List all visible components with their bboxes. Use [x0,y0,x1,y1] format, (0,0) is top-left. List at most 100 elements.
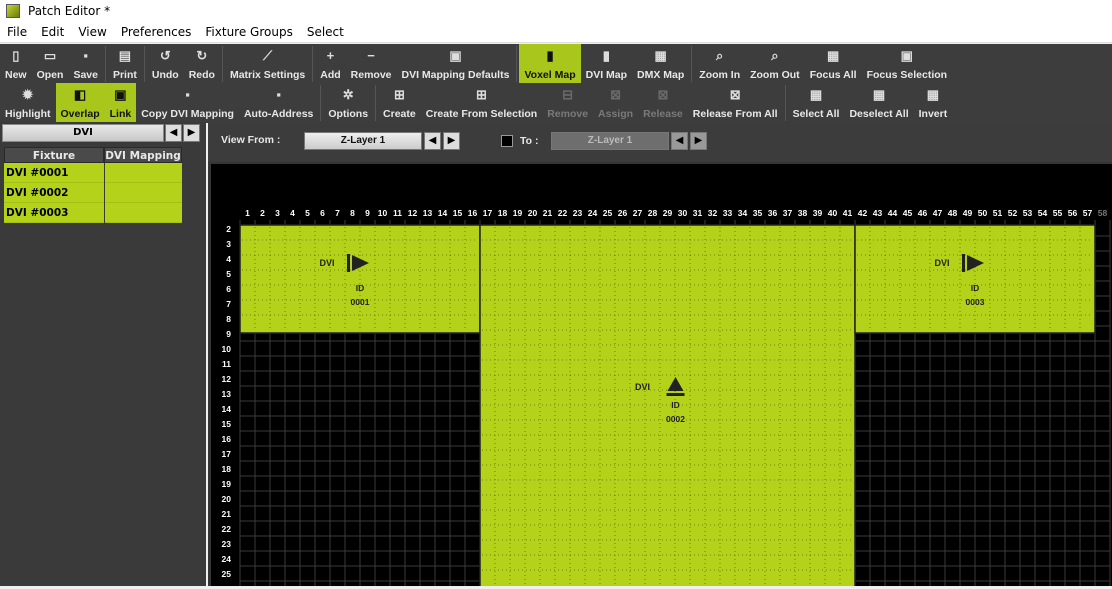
create-button[interactable]: ⊞ Create [378,83,421,123]
column-number: 51 [993,208,1003,218]
voxel-grid-area[interactable]: 1 2 3 4 5 6 7 8 9 10 11 12 13 14 15 16 17 18 19 20 21 22 23 24 2… [211,164,1112,589]
to-next-button[interactable]: ▶ [690,132,707,150]
button-label: Link [109,108,132,120]
orientation-bar-icon [347,254,350,272]
table-row-mapping[interactable] [105,183,182,203]
to-layer-select[interactable]: Z-Layer 1 [551,132,669,150]
menu-fixture-groups[interactable]: Fixture Groups [198,25,299,39]
remove-button[interactable]: − Remove [346,44,397,84]
table-row-fixture[interactable]: DVI #0003 [4,203,104,223]
fixture-list-panel: DVI ◀ ▶ Fixture DVI Mapping DVI #0001 DV… [0,122,206,586]
release-button[interactable]: ⊠ Release [638,83,688,123]
column-number: 22 [558,208,568,218]
link-icon: ▣ [114,87,127,102]
auto-address-button[interactable]: ▪ Auto-Address [239,83,318,123]
new-button[interactable]: ▯ New [0,44,32,84]
mapping-toolbar: ✹ Highlight ◧ Overlap ▣ Link ▪ Copy DVI Mapping… [0,83,1112,123]
release-from-all-button[interactable]: ⊠ Release From All [688,83,783,123]
column-number: 2 [260,208,265,218]
remove-button[interactable]: ⊟ Remove [542,83,593,123]
column-number: 41 [843,208,853,218]
open-button[interactable]: ▭ Open [32,44,69,84]
table-row-mapping[interactable] [105,163,182,183]
copy-dvi-mapping-icon: ▪ [185,87,190,102]
zoom-in-button[interactable]: ⌕ Zoom In [694,44,745,84]
table-row-fixture[interactable]: DVI #0001 [4,163,104,183]
row-number: 2 [226,224,231,234]
matrix-settings-icon: ⟋ [263,48,273,63]
button-label: Matrix Settings [229,69,306,81]
select-all-button[interactable]: ▦ Select All [788,83,845,123]
row-number: 25 [222,569,232,579]
column-number: 53 [1023,208,1033,218]
save-button[interactable]: ▪ Save [68,44,103,84]
matrix-settings-button[interactable]: ⟋ Matrix Settings [225,44,310,84]
copy-dvi-mapping-button[interactable]: ▪ Copy DVI Mapping [136,83,239,123]
dmx-map-button[interactable]: ▦ DMX Map [632,44,689,84]
column-number: 35 [753,208,763,218]
to-label: To : [520,135,539,147]
next-arrow-button[interactable]: ▶ [183,124,200,142]
focus-selection-button[interactable]: ▣ Focus Selection [862,44,953,84]
column-number: 50 [978,208,988,218]
print-button[interactable]: ▤ Print [108,44,142,84]
highlight-button[interactable]: ✹ Highlight [0,83,56,123]
column-number: 21 [543,208,553,218]
button-label: Highlight [5,108,51,120]
prev-arrow-button[interactable]: ◀ [165,124,182,142]
view-from-prev-button[interactable]: ◀ [424,132,441,150]
row-number: 16 [222,434,232,444]
menu-file[interactable]: File [0,25,34,39]
undo-button[interactable]: ↺ Undo [147,44,184,84]
add-button[interactable]: + Add [315,44,345,84]
column-number: 45 [903,208,913,218]
column-header-fixture[interactable]: Fixture [4,147,104,163]
focus-all-button[interactable]: ▦ Focus All [805,44,862,84]
dvi-mapping-defaults-button[interactable]: ▣ DVI Mapping Defaults [397,44,515,84]
row-number: 5 [226,269,231,279]
voxel-grid[interactable]: 1 2 3 4 5 6 7 8 9 10 11 12 13 14 15 16 17 18 19 20 21 22 23 24 2… [211,164,1112,589]
table-row-fixture[interactable]: DVI #0002 [4,183,104,203]
view-from-select[interactable]: Z-Layer 1 [304,132,422,150]
redo-button[interactable]: ↻ Redo [184,44,220,84]
zoom-out-button[interactable]: ⌕ Zoom Out [745,44,805,84]
deselect-all-button[interactable]: ▦ Deselect All [844,83,913,123]
link-button[interactable]: ▣ Link [104,83,137,123]
button-label: DMX Map [637,69,685,81]
invert-button[interactable]: ▦ Invert [914,83,953,123]
assign-button[interactable]: ⊠ Assign [593,83,638,123]
view-from-next-button[interactable]: ▶ [443,132,460,150]
column-number: 43 [873,208,883,218]
row-number: 4 [226,254,231,264]
to-prev-button[interactable]: ◀ [671,132,688,150]
menu-edit[interactable]: Edit [34,25,71,39]
open-folder-icon: ▭ [43,48,57,63]
column-number: 44 [888,208,898,218]
column-number: 34 [738,208,748,218]
row-number: 17 [222,449,232,459]
row-number: 24 [222,554,232,564]
column-number: 15 [453,208,463,218]
voxel-map-panel: View From : Z-Layer 1 ◀ ▶ To : Z-Layer 1… [208,122,1112,589]
column-header-dvi-mapping[interactable]: DVI Mapping [104,147,182,163]
menu-select[interactable]: Select [300,25,351,39]
dvi-map-button[interactable]: ▮ DVI Map [581,44,632,84]
to-layer-checkbox[interactable] [501,135,513,147]
menu-view[interactable]: View [71,25,113,39]
button-label: Focus All [809,69,857,81]
table-row-mapping[interactable] [105,203,182,223]
column-number: 5 [305,208,310,218]
options-button[interactable]: ✲ Options [323,83,373,123]
overlap-button[interactable]: ◧ Overlap [55,83,105,123]
column-number: 37 [783,208,793,218]
voxel-map-button[interactable]: ▮ Voxel Map [519,44,581,84]
fixture-id-label: ID [971,283,980,293]
row-number: 13 [222,389,232,399]
fixture-block[interactable] [479,224,856,589]
release-from-all-icon: ⊠ [729,87,741,102]
menu-preferences[interactable]: Preferences [114,25,199,39]
fixture-type-dropdown[interactable]: DVI [2,124,164,142]
button-label: Options [328,108,369,120]
create-from-selection-button[interactable]: ⊞ Create From Selection [421,83,542,123]
column-number: 3 [275,208,280,218]
